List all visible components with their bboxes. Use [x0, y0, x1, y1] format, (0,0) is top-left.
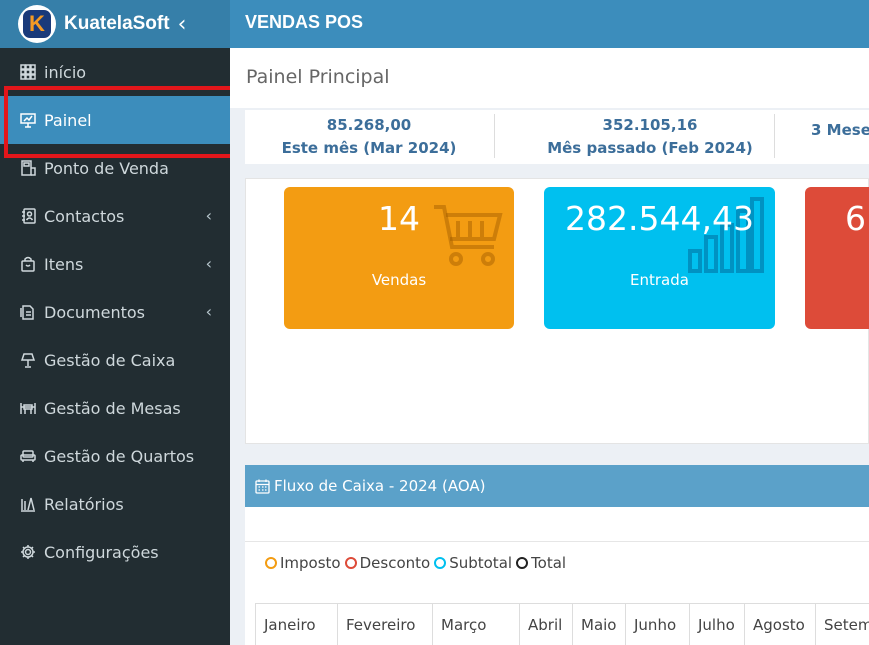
brand-name[interactable]: KuatelaSoft: [64, 13, 170, 35]
sidebar-item-contactos[interactable]: Contactos ‹: [0, 192, 230, 240]
month-header-cell: Fevereiro: [337, 604, 432, 645]
brand-logo[interactable]: K: [18, 5, 56, 43]
legend-label: Desconto: [359, 554, 431, 572]
chart-legend: Imposto Desconto Subtotal Total: [265, 554, 570, 572]
chevron-left-icon: ‹: [205, 254, 212, 273]
month-header-cell: Junho: [625, 604, 689, 645]
summary-divider: [494, 114, 495, 158]
main-content: Painel Principal 85.268,00 Este mês (Mar…: [230, 48, 869, 645]
chevron-left-icon: ‹: [205, 206, 212, 225]
chevron-left-icon: ‹: [205, 302, 212, 321]
legend-marker-icon: [516, 557, 529, 569]
stat-label: Entrada: [630, 271, 689, 289]
sidebar-item-label: Gestão de Caixa: [44, 350, 176, 370]
grid-icon: [18, 62, 38, 82]
reports-icon: [18, 494, 38, 514]
sidebar-item-gestao-de-mesas[interactable]: Gestão de Mesas: [0, 384, 230, 432]
summary-last-month: 352.105,16 Mês passado (Feb 2024): [535, 116, 765, 157]
sidebar-item-documentos[interactable]: Documentos ‹: [0, 288, 230, 336]
top-navbar: K KuatelaSoft ‹ VENDAS POS: [0, 0, 869, 48]
stat-value: 282.544,43: [565, 199, 754, 238]
chevron-left-icon[interactable]: ‹: [178, 12, 187, 37]
chart-body: Imposto Desconto Subtotal Total Janeiro …: [245, 507, 869, 645]
lamp-icon: [18, 350, 38, 370]
legend-label: Subtotal: [449, 554, 513, 572]
page-title: Painel Principal: [246, 66, 390, 88]
sidebar-item-label: Configurações: [44, 542, 159, 562]
legend-item-desconto[interactable]: Desconto: [344, 554, 431, 572]
summary-label: Este mês (Mar 2024): [281, 139, 457, 157]
documents-icon: [18, 302, 38, 322]
summary-label: Mês passado (Feb 2024): [547, 139, 753, 157]
month-header-cell: Julho: [689, 604, 744, 645]
stat-box-vendas[interactable]: 14 Vendas: [284, 187, 514, 329]
stat-value: 6: [845, 199, 866, 238]
sidebar-item-itens[interactable]: Itens ‹: [0, 240, 230, 288]
legend-item-subtotal[interactable]: Subtotal: [434, 554, 512, 572]
sidebar-item-label: Gestão de Mesas: [44, 398, 181, 418]
brand-area: K KuatelaSoft ‹: [0, 0, 230, 48]
sidebar-item-gestao-de-quartos[interactable]: Gestão de Quartos: [0, 432, 230, 480]
stat-box-entrada[interactable]: 282.544,43 Entrada: [544, 187, 775, 329]
legend-marker-icon: [265, 557, 277, 569]
divider: [245, 541, 869, 542]
summary-strip: 85.268,00 Este mês (Mar 2024) 352.105,16…: [245, 110, 869, 164]
summary-this-month: 85.268,00 Este mês (Mar 2024): [259, 116, 479, 157]
gear-icon: [18, 542, 38, 562]
sidebar-item-configuracoes[interactable]: Configurações: [0, 528, 230, 576]
table-icon: [18, 398, 38, 418]
contacts-icon: [18, 206, 38, 226]
brand-logo-letter: K: [23, 10, 51, 38]
stat-label: Vendas: [371, 271, 427, 289]
sidebar-item-label: início: [44, 62, 87, 82]
legend-item-total[interactable]: Total: [516, 554, 566, 572]
legend-marker-icon: [434, 557, 447, 569]
bag-icon: [18, 254, 38, 274]
summary-three-months: 3 Meses: [811, 116, 869, 139]
month-header-cell: Setem: [815, 604, 869, 645]
sidebar-item-label: Contactos: [44, 206, 125, 226]
summary-value: 85.268,00: [326, 116, 412, 134]
sidebar-item-label: Gestão de Quartos: [44, 446, 195, 466]
legend-item-imposto[interactable]: Imposto: [265, 554, 341, 572]
legend-marker-icon: [344, 557, 357, 569]
stat-box-third[interactable]: 6: [805, 187, 869, 329]
sidebar-item-label: Relatórios: [44, 494, 124, 514]
month-header-cell: Março: [432, 604, 519, 645]
stat-value: 14: [378, 199, 420, 238]
calendar-icon: [255, 479, 270, 494]
month-header-cell: Abril: [519, 604, 572, 645]
page-header: Painel Principal: [230, 48, 869, 108]
pos-icon: [18, 158, 38, 178]
month-header-cell: Janeiro: [255, 604, 337, 645]
legend-label: Imposto: [280, 554, 341, 572]
summary-divider: [774, 114, 775, 158]
sofa-icon: [18, 446, 38, 466]
sidebar-item-gestao-de-caixa[interactable]: Gestão de Caixa: [0, 336, 230, 384]
legend-label: Total: [531, 554, 567, 572]
chart-header: Fluxo de Caixa - 2024 (AOA): [245, 465, 869, 507]
highlight-annotation-box: [4, 86, 240, 158]
month-header-cell: Agosto: [744, 604, 815, 645]
sidebar-item-label: Itens: [44, 254, 84, 274]
sidebar-item-label: Ponto de Venda: [44, 158, 169, 178]
summary-value: 352.105,16: [602, 116, 698, 134]
app-title: VENDAS POS: [245, 12, 364, 32]
stat-boxes-panel: 14 Vendas 282.544,43 Entrada 6: [245, 178, 869, 444]
month-header-cell: Maio: [572, 604, 625, 645]
summary-label: 3 Meses: [811, 121, 869, 139]
sidebar-item-label: Documentos: [44, 302, 146, 322]
sidebar-item-relatorios[interactable]: Relatórios: [0, 480, 230, 528]
chart-title: Fluxo de Caixa - 2024 (AOA): [274, 477, 486, 495]
months-header-row: Janeiro Fevereiro Março Abril Maio Junho…: [255, 603, 869, 645]
